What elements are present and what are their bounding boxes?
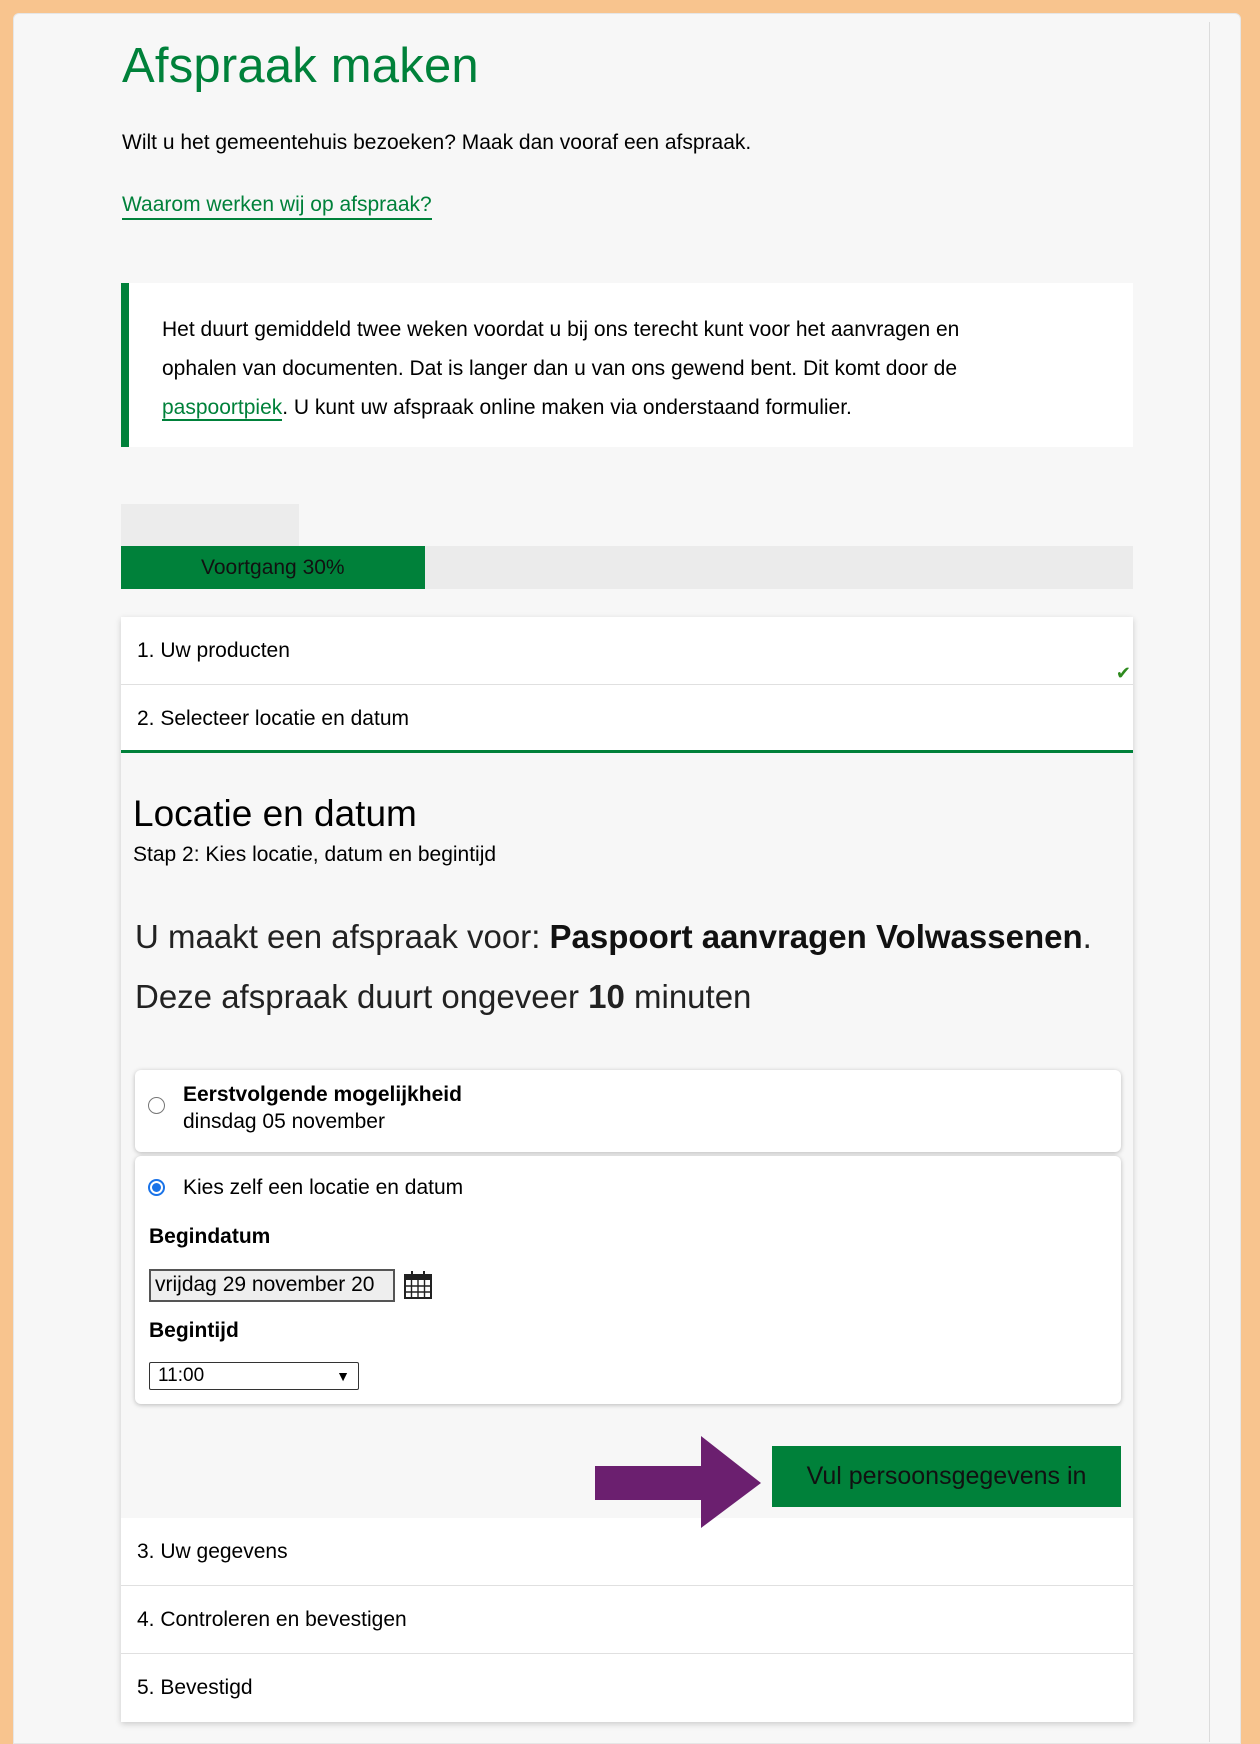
step-accordion: 1. Uw producten ✔ 2. Selecteer locatie e… [121,617,1133,1722]
page-edge-divider [1209,22,1210,1742]
step-4-controleren[interactable]: 4. Controleren en bevestigen [121,1586,1133,1654]
progress-fill: Voortgang 30% [121,546,425,589]
radio-choose-location[interactable] [148,1179,165,1196]
step-label: 1. Uw producten [137,639,290,662]
begindatum-label: Begindatum [149,1225,271,1248]
step-label: 5. Bevestigd [137,1676,253,1699]
notice-line-3: paspoortpiek. U kunt uw afspraak online … [162,388,1103,427]
option-next-available[interactable]: Eerstvolgende mogelijkheid dinsdag 05 no… [135,1070,1121,1152]
panel-heading: Locatie en datum [133,793,417,834]
why-appointment-link[interactable]: Waarom werken wij op afspraak? [122,193,432,220]
chevron-down-icon: ▼ [336,1368,350,1384]
page-title: Afspraak maken [122,39,479,93]
panel-subheading: Stap 2: Kies locatie, datum en begintijd [133,843,497,866]
radio-next-available[interactable] [148,1097,165,1114]
option-next-date: dinsdag 05 november [183,1110,385,1133]
begintijd-value: 11:00 [158,1365,205,1386]
progress-bar: Voortgang 30% [121,546,1133,589]
notice-line-3-rest: . U kunt uw afspraak online maken via on… [282,396,852,419]
appointment-suffix: . [1082,918,1092,955]
step-label: 2. Selecteer locatie en datum [137,707,409,730]
appointment-product: Paspoort aanvragen Volwassenen [549,918,1083,955]
option-next-text: Eerstvolgende mogelijkheid dinsdag 05 no… [183,1083,462,1134]
duration-suffix: minuten [624,978,752,1015]
step-label: 3. Uw gegevens [137,1540,288,1563]
checkmark-icon: ✔ [1115,663,1131,683]
step-label: 4. Controleren en bevestigen [137,1608,407,1631]
appointment-summary: U maakt een afspraak voor: Paspoort aanv… [135,918,1092,956]
step-1-uw-producten[interactable]: 1. Uw producten [121,617,1133,685]
paspoortpiek-link[interactable]: paspoortpiek [162,396,283,421]
duration-value: 10 [588,978,625,1015]
progress-tab-stub [121,504,299,546]
appointment-duration: Deze afspraak duurt ongeveer 10 minuten [135,978,751,1016]
notice-line-2: ophalen van documenten. Dat is langer da… [162,357,958,380]
begintijd-select[interactable]: 11:00 ▼ [149,1362,359,1390]
option-next-title: Eerstvolgende mogelijkheid [183,1083,462,1106]
intro-text: Wilt u het gemeentehuis bezoeken? Maak d… [122,131,752,154]
step-3-uw-gegevens[interactable]: 3. Uw gegevens [121,1518,1133,1586]
step-2-locatie-datum[interactable]: ✔ 2. Selecteer locatie en datum [121,664,1133,753]
annotation-arrow [595,1436,761,1528]
notice-line-1: Het duurt gemiddeld twee weken voordat u… [162,318,960,341]
calendar-icon[interactable] [403,1270,433,1300]
begintijd-label: Begintijd [149,1319,239,1342]
step-5-bevestigd[interactable]: 5. Bevestigd [121,1654,1133,1722]
option-choose-location[interactable]: Kies zelf een locatie en datum Begindatu… [135,1156,1121,1404]
appointment-prefix: U maakt een afspraak voor: [135,918,550,955]
step-2-panel: Locatie en datum Stap 2: Kies locatie, d… [121,753,1133,1528]
begindatum-input[interactable]: vrijdag 29 november 20 [149,1269,395,1302]
notice-box: Het duurt gemiddeld twee weken voordat u… [121,283,1133,447]
option-choose-label: Kies zelf een locatie en datum [183,1176,464,1199]
fill-personal-details-button[interactable]: Vul persoonsgegevens in [772,1446,1121,1507]
duration-prefix: Deze afspraak duurt ongeveer [135,978,589,1015]
